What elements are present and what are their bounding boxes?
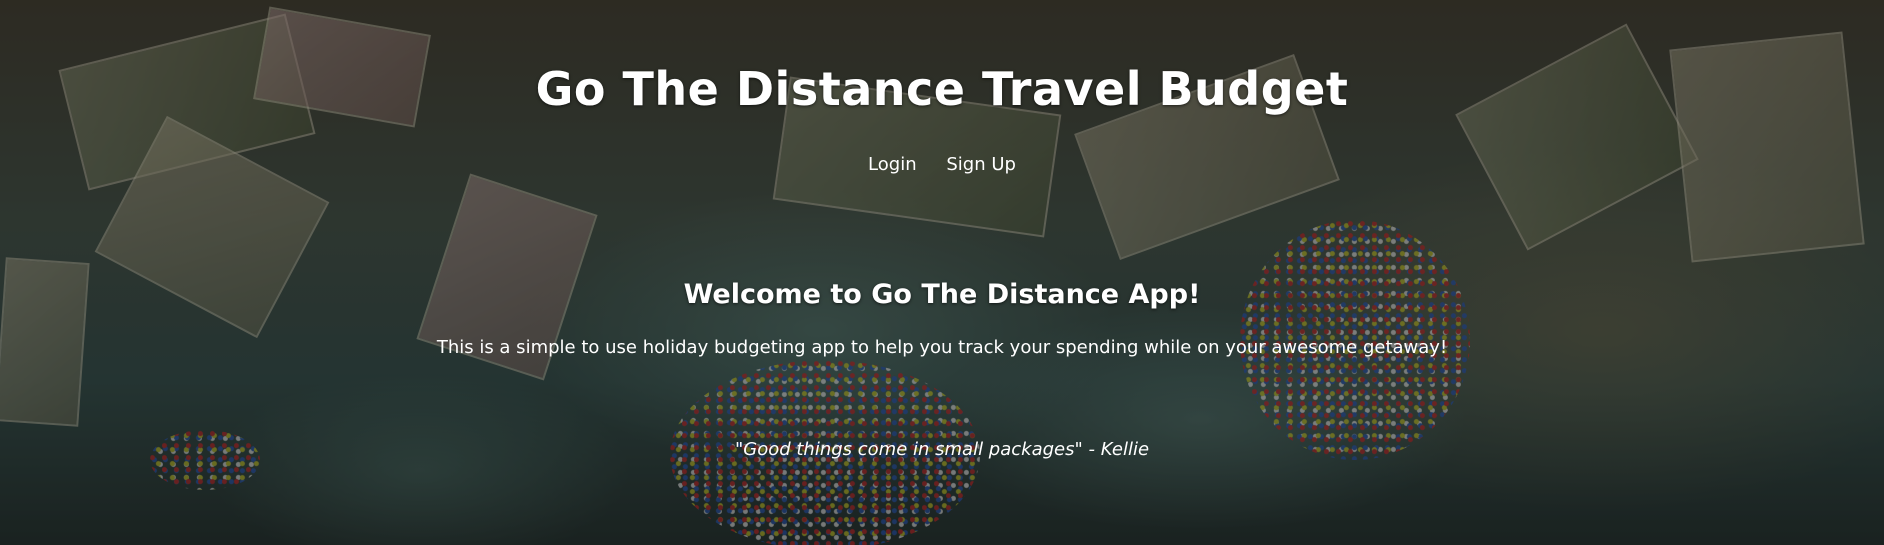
hero-content: Go The Distance Travel Budget Login Sign…	[0, 0, 1884, 545]
page-title: Go The Distance Travel Budget	[535, 62, 1349, 116]
auth-nav: Login Sign Up	[0, 154, 1884, 175]
login-link[interactable]: Login	[868, 154, 917, 175]
app-description: This is a simple to use holiday budgetin…	[436, 337, 1448, 358]
quote-text: "Good things come in small packages" - K…	[734, 439, 1150, 460]
welcome-heading: Welcome to Go The Distance App!	[683, 279, 1201, 310]
landing-page: Go The Distance Travel Budget Login Sign…	[0, 0, 1884, 545]
signup-link[interactable]: Sign Up	[946, 154, 1016, 175]
